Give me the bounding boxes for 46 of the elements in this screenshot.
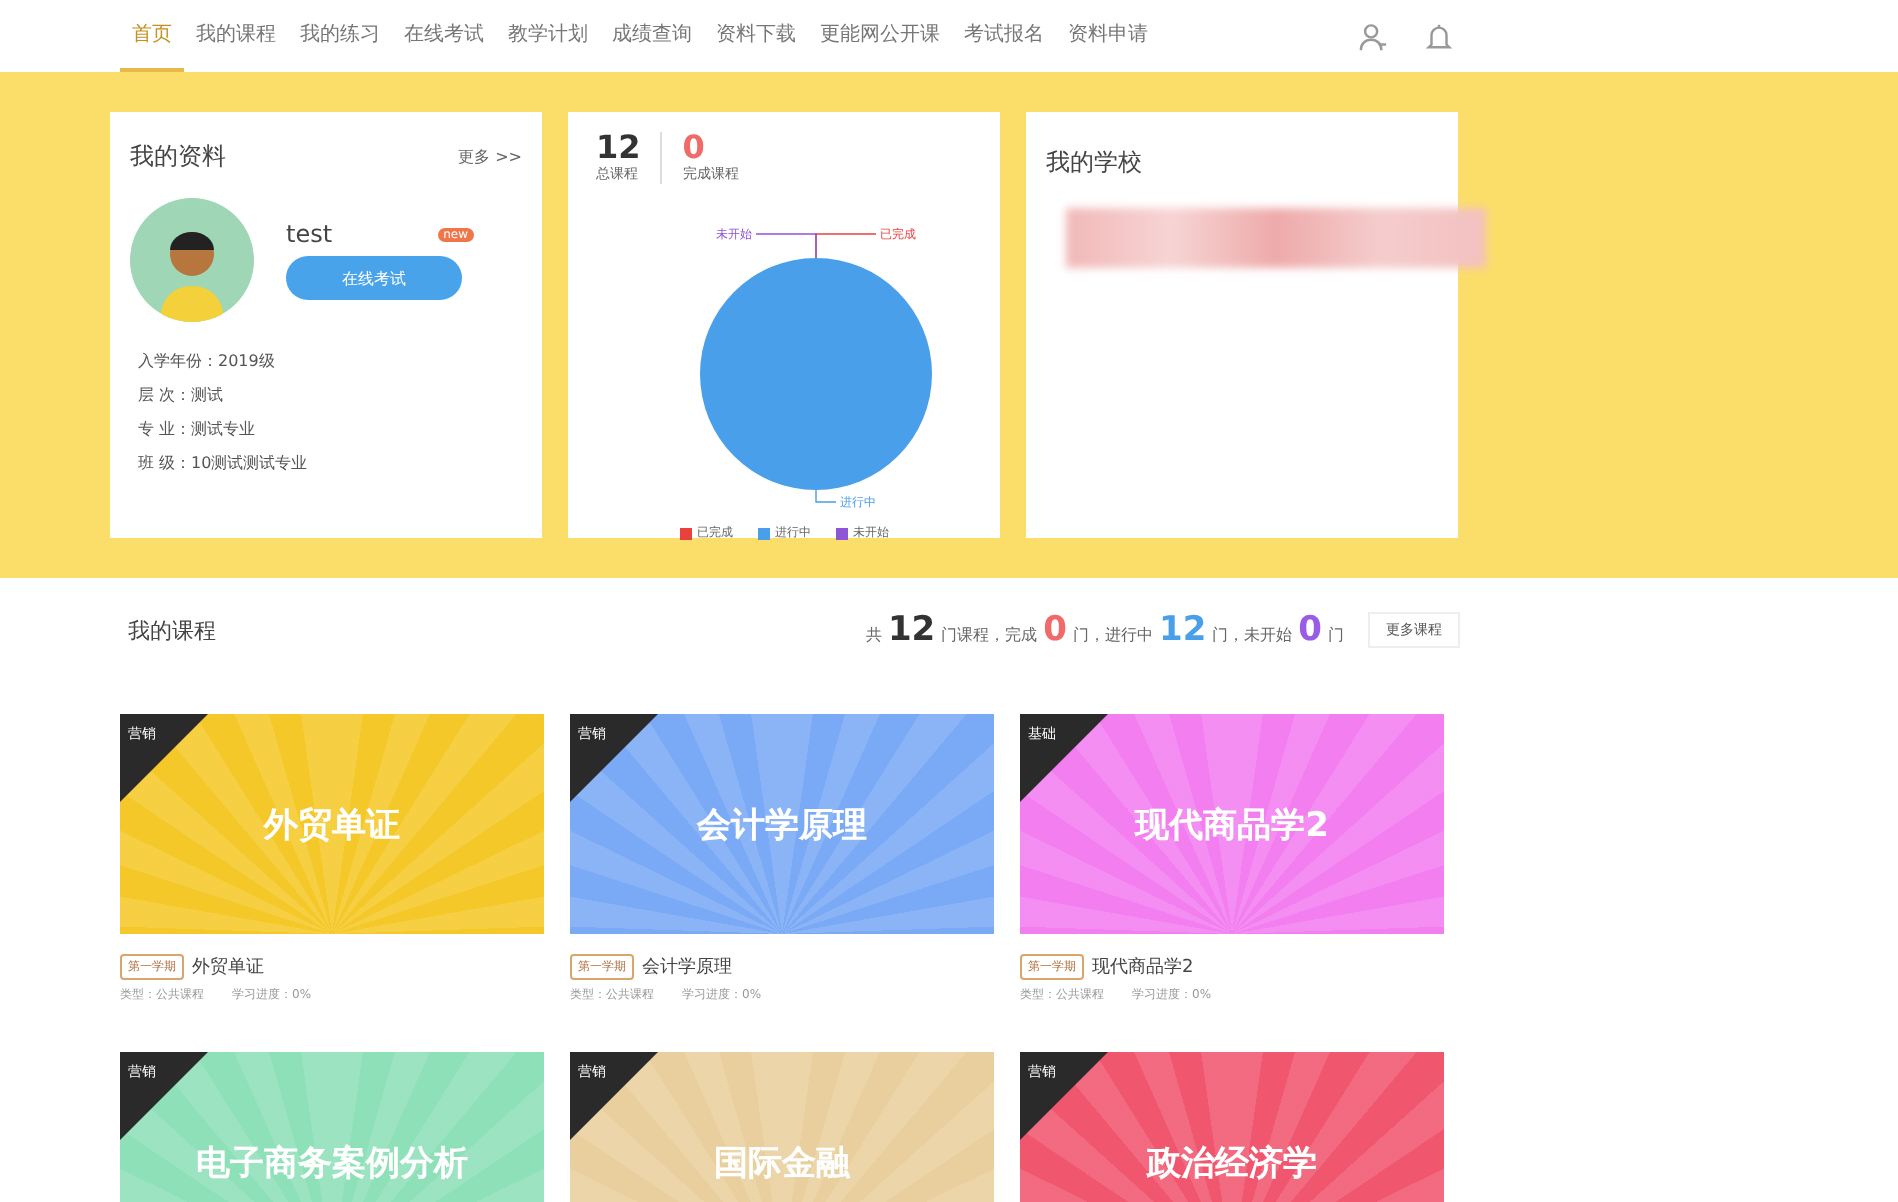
corner-ribbon [570,1052,658,1140]
card-title: 我的学校 [1046,148,1142,176]
count-number: 0 [1043,610,1067,650]
nav-link[interactable]: 成绩查询 [600,0,704,72]
cover-title: 外贸单证 [264,803,400,847]
summary-text: 门，未开始 [1212,624,1293,646]
profile-field: 专 业：测试专业 [138,418,522,440]
card-title: 我的资料 [130,140,226,174]
summary-text: 门，进行中 [1072,624,1153,646]
cover-title: 会计学原理 [697,803,867,847]
more-link[interactable]: 更多 >> [458,146,522,168]
total-count: 12 [596,132,641,164]
profile-field: 入学年份：2019级 [138,350,522,372]
corner-ribbon [120,1052,208,1140]
corner-ribbon [1020,1052,1108,1140]
nav-link[interactable]: 资料申请 [1056,0,1160,72]
bell-icon[interactable] [1424,21,1454,51]
cover-title: 国际金融 [714,1141,850,1185]
course-name[interactable]: 外贸单证 [192,954,264,980]
nav-link[interactable]: 我的课程 [184,0,288,72]
cover-title: 电子商务案例分析 [196,1141,468,1185]
count-number: 0 [1298,610,1322,650]
cover-title: 现代商品学2 [1135,803,1329,847]
cover-title: 政治经济学 [1147,1141,1317,1185]
profile-field: 层 次：测试 [138,384,522,406]
nav-link[interactable]: 在线考试 [392,0,496,72]
user-icon[interactable] [1358,21,1388,51]
nav-link[interactable]: 我的练习 [288,0,392,72]
profile-field: 班 级：10测试测试专业 [138,452,522,474]
summary-text: 门课程，完成 [941,624,1038,646]
corner-ribbon [1020,714,1108,802]
summary-text: 共 [865,624,882,646]
user-name: test [286,220,333,248]
nav-link[interactable]: 考试报名 [952,0,1056,72]
summary-text: 门 [1328,624,1344,646]
nav-link[interactable]: 资料下载 [704,0,808,72]
count-number: 12 [1158,610,1207,650]
section-title: 我的课程 [128,615,216,645]
nav-link[interactable]: 教学计划 [496,0,600,72]
corner-ribbon [570,714,658,802]
course-name[interactable]: 现代商品学2 [1092,954,1194,980]
nav-link[interactable]: 更能网公开课 [808,0,952,72]
done-count: 0 [682,132,707,164]
count-number: 12 [887,610,936,650]
course-name[interactable]: 会计学原理 [642,954,732,980]
corner-ribbon [120,714,208,802]
